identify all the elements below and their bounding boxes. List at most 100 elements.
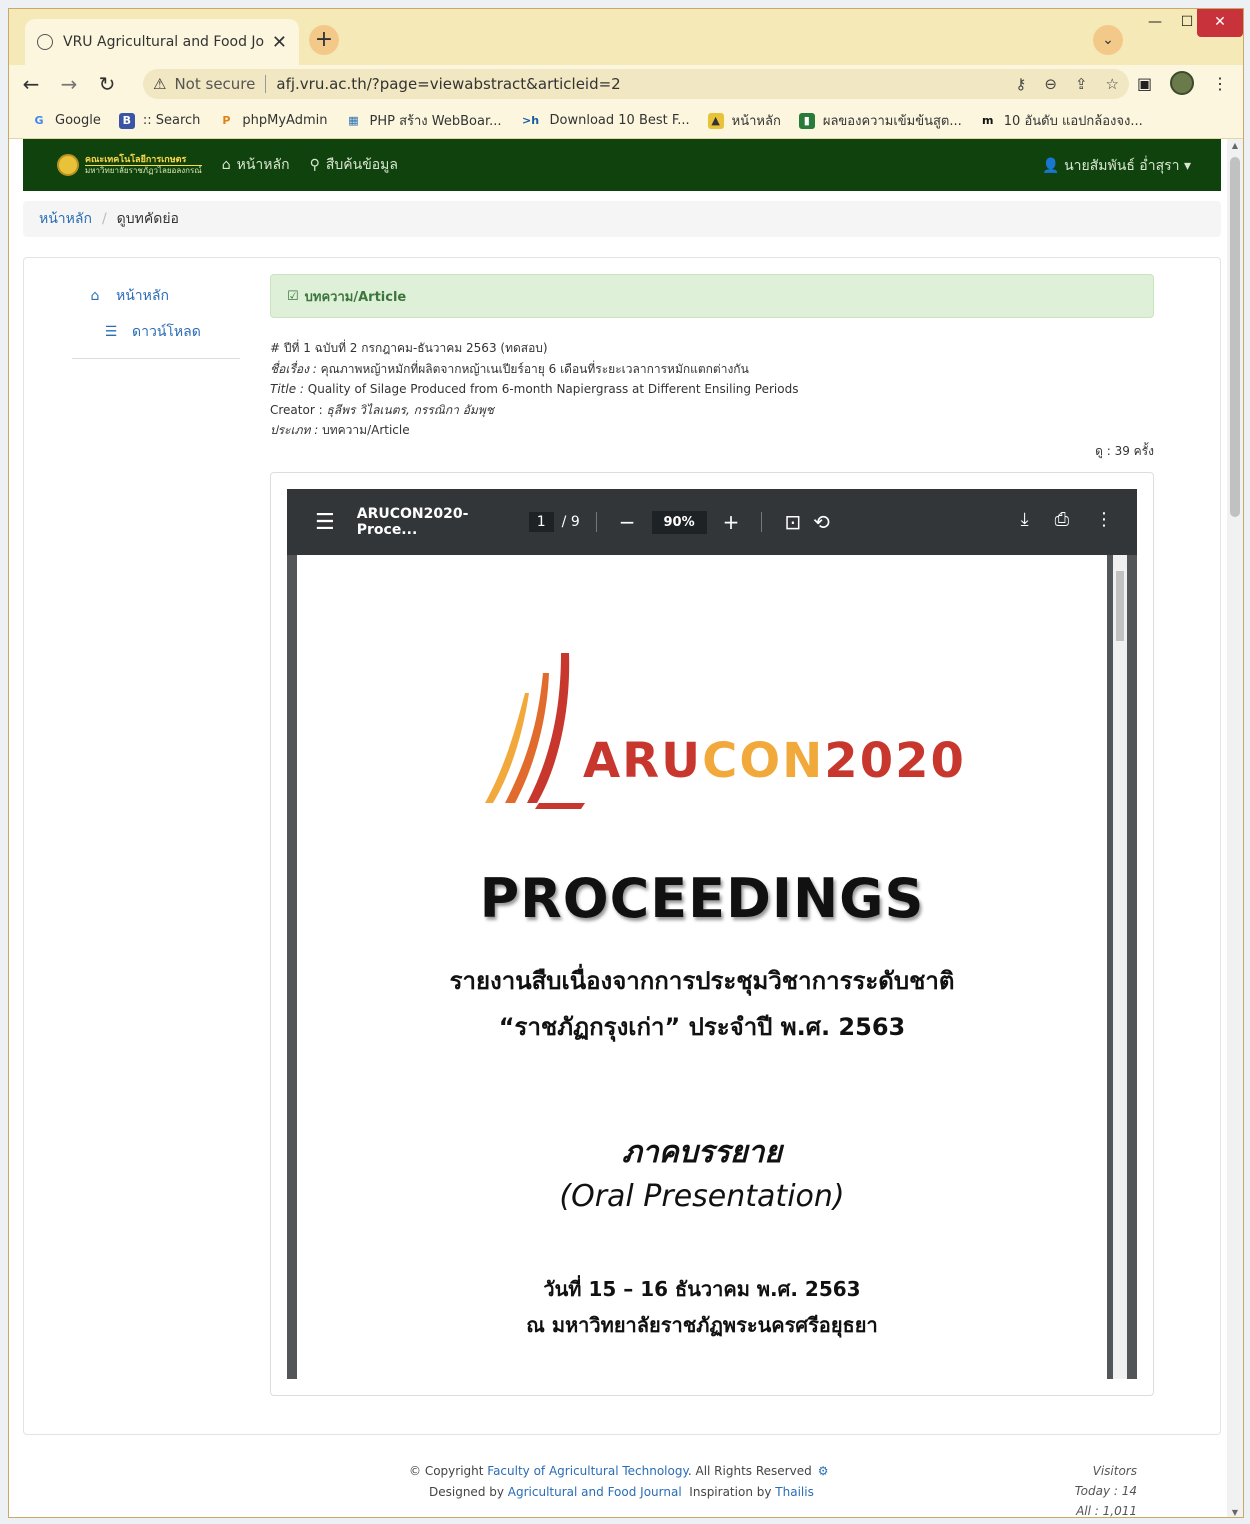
print-icon[interactable]: ⎙ bbox=[1055, 509, 1069, 530]
view-count: ดู : 39 ครั้ง bbox=[1095, 444, 1154, 458]
scroll-down-icon[interactable]: ▼ bbox=[1227, 1508, 1243, 1517]
sidebar-item-home[interactable]: ⌂ หน้าหลัก bbox=[72, 278, 240, 314]
zoom-level[interactable]: 90% bbox=[651, 510, 707, 534]
doc-date: วันที่ 15 – 16 ธันวาคม พ.ศ. 2563 bbox=[543, 1277, 861, 1301]
google-icon: G bbox=[34, 113, 44, 127]
journal-link[interactable]: Agricultural and Food Journal bbox=[508, 1485, 682, 1499]
seal-icon bbox=[57, 154, 79, 176]
zoom-icon[interactable]: ⊖ bbox=[1044, 75, 1057, 93]
bookmark-item[interactable]: ▦ PHP สร้าง WebBoar... bbox=[346, 110, 501, 131]
list-icon: ☰ bbox=[104, 324, 118, 340]
avatar[interactable] bbox=[1170, 71, 1195, 95]
minimize-button[interactable]: — bbox=[1137, 9, 1173, 37]
title-bar: VRU Agricultural and Food Journ ✕ + ⌄ — … bbox=[9, 9, 1243, 65]
nav-home[interactable]: ⌂ หน้าหลัก bbox=[222, 154, 290, 176]
doc-subtitle-1: รายงานสืบเนื่องจากการประชุมวิชาการระดับช… bbox=[449, 967, 955, 995]
not-secure-label: Not secure bbox=[174, 75, 256, 93]
phpmyadmin-icon: P bbox=[222, 113, 231, 127]
faculty-link[interactable]: Faculty of Agricultural Technology bbox=[487, 1464, 688, 1478]
forward-icon[interactable]: → bbox=[53, 72, 85, 96]
bookmark-item[interactable]: ▮ ผลของความเข้มข้นสูต... bbox=[798, 110, 962, 131]
user-menu[interactable]: 👤 นายสัมพันธ์ อ่ำสุรา ▾ bbox=[1042, 155, 1191, 177]
breadcrumb-current: ดูบทคัดย่อ bbox=[116, 211, 179, 227]
bookmark-star-icon[interactable]: ☆ bbox=[1106, 75, 1119, 93]
download-icon[interactable]: ⤓ bbox=[1021, 509, 1029, 530]
nav-search[interactable]: ⚲ สืบค้นข้อมูล bbox=[310, 154, 398, 176]
more-options-icon[interactable]: ⋮ bbox=[1095, 509, 1113, 530]
home-icon: ⌂ bbox=[221, 157, 231, 173]
url-text[interactable]: afj.vru.ac.th/?page=viewabstract&article… bbox=[276, 75, 997, 93]
tab-title: VRU Agricultural and Food Journ bbox=[63, 34, 264, 50]
home-icon: ⌂ bbox=[90, 288, 100, 304]
menu-icon[interactable]: ☰ bbox=[315, 510, 335, 535]
medium-icon: m bbox=[982, 113, 994, 127]
pdf-scrollbar[interactable] bbox=[1113, 555, 1127, 1379]
close-tab-icon[interactable]: ✕ bbox=[272, 32, 287, 53]
article-meta: # ปีที่ 1 ฉบับที่ 2 กรกฎาคม-ธันวาคม 2563… bbox=[270, 338, 1154, 441]
doc-place: ณ มหาวิทยาลัยราชภัฏพระนครศรีอยุธยา bbox=[526, 1313, 878, 1337]
warning-icon: ⚠ bbox=[153, 75, 167, 93]
bookmark-item[interactable]: >h Download 10 Best F... bbox=[520, 113, 690, 129]
rotate-icon[interactable]: ⟲ bbox=[813, 510, 830, 534]
sidebar-item-download[interactable]: ☰ ดาวน์โหลด bbox=[72, 314, 240, 350]
visitor-counter: Visitors Today : 14 All : 1,011 bbox=[1074, 1464, 1137, 1518]
scroll-thumb[interactable] bbox=[1230, 157, 1240, 517]
breadcrumb-home[interactable]: หน้าหลัก bbox=[39, 208, 92, 230]
browser-tab[interactable]: VRU Agricultural and Food Journ ✕ bbox=[25, 19, 299, 65]
pdf-page: ARUCON2020 PROCEEDINGS รายงานสืบเนื่องจา… bbox=[297, 555, 1107, 1379]
reload-icon[interactable]: ↻ bbox=[91, 72, 123, 96]
page-total: / 9 bbox=[561, 514, 580, 530]
title-th: คุณภาพหญ้าหมักที่ผลิตจากหญ้าเนเปียร์อายุ… bbox=[320, 361, 749, 376]
more-menu-icon[interactable]: ⋮ bbox=[1212, 74, 1228, 93]
key-icon[interactable]: ⚷ bbox=[1015, 75, 1026, 93]
webboard-icon: ▦ bbox=[348, 113, 359, 127]
gear-icon[interactable]: ⚙ bbox=[818, 1464, 829, 1478]
title-en: Quality of Silage Produced from 6-month … bbox=[307, 382, 799, 396]
user-icon: 👤 bbox=[1042, 158, 1060, 174]
article-section-header: ☑ บทความ/Article bbox=[270, 274, 1154, 318]
browser-toolbar: ← → ↻ ⚠ Not secure afj.vru.ac.th/?page=v… bbox=[9, 65, 1243, 103]
zoom-out-icon[interactable]: − bbox=[619, 510, 636, 534]
bookmarks-bar: G Google B:: Search PphpMyAdmin ▦ PHP สร้า… bbox=[9, 103, 1243, 139]
pdf-container: ☰ ARUCON2020-Proce... 1 / 9 − 90% + ⊡ ⟲ … bbox=[270, 472, 1154, 1396]
doc-subtitle-2: “ราชภัฏกรุงเก่า” ประจำปี พ.ศ. 2563 bbox=[498, 1013, 906, 1041]
aru-logo-text: ARUCON2020 bbox=[583, 733, 966, 789]
issue-line: # ปีที่ 1 ฉบับที่ 2 กรกฎาคม-ธันวาคม 2563… bbox=[270, 341, 548, 355]
page-viewport: คณะเทคโนโลยีการเกษตร มหาวิทยาลัยราชภัฏวไ… bbox=[9, 139, 1229, 1518]
search-icon: ⚲ bbox=[309, 157, 320, 173]
doc-title: PROCEEDINGS bbox=[479, 867, 925, 930]
pdf-filename: ARUCON2020-Proce... bbox=[356, 506, 469, 538]
doc-type-en: (Oral Presentation) bbox=[559, 1179, 845, 1214]
page-number-input[interactable]: 1 bbox=[528, 512, 554, 532]
doc-type-th: ภาคบรรยาย bbox=[622, 1135, 782, 1170]
scroll-up-icon[interactable]: ▲ bbox=[1227, 141, 1243, 150]
side-panel-icon[interactable]: ▣ bbox=[1137, 74, 1152, 93]
article-type: บทความ/Article bbox=[322, 423, 410, 437]
back-icon[interactable]: ← bbox=[15, 72, 47, 96]
pdf-viewer[interactable]: ☰ ARUCON2020-Proce... 1 / 9 − 90% + ⊡ ⟲ … bbox=[287, 489, 1137, 1379]
download-site-icon: >h bbox=[521, 113, 540, 127]
bookmark-icon: B bbox=[118, 112, 135, 129]
content-panel: ⌂ หน้าหลัก ☰ ดาวน์โหลด ☑ บทความ/Article # … bbox=[23, 257, 1221, 1435]
address-bar[interactable]: ⚠ Not secure afj.vru.ac.th/?page=viewabs… bbox=[143, 69, 1129, 99]
bookmark-item[interactable]: PphpMyAdmin bbox=[218, 113, 327, 129]
zoom-in-icon[interactable]: + bbox=[723, 510, 740, 534]
bookmark-item[interactable]: B:: Search bbox=[118, 112, 200, 129]
close-window-button[interactable]: ✕ bbox=[1197, 9, 1243, 37]
side-menu: ⌂ หน้าหลัก ☰ ดาวน์โหลด bbox=[72, 278, 240, 359]
share-icon[interactable]: ⇪ bbox=[1075, 75, 1088, 93]
globe-icon bbox=[37, 34, 53, 50]
bookmark-item[interactable]: G Google bbox=[31, 113, 100, 129]
bookmark-item[interactable]: ▲ หน้าหลัก bbox=[707, 110, 781, 131]
fit-page-icon[interactable]: ⊡ bbox=[784, 510, 801, 534]
creator: ธุลีพร วิไลเนตร, กรรณิกา อัมพุช bbox=[326, 402, 494, 417]
research-icon: ▮ bbox=[798, 112, 815, 129]
page-scrollbar[interactable]: ▲ ▼ bbox=[1227, 139, 1243, 1517]
browser-window: VRU Agricultural and Food Journ ✕ + ⌄ — … bbox=[8, 8, 1244, 1518]
bookmark-item[interactable]: m 10 อันดับ แอปกล้องจง... bbox=[980, 110, 1143, 131]
page-footer: © Copyright Faculty of Agricultural Tech… bbox=[9, 1449, 1229, 1518]
tab-search-button[interactable]: ⌄ bbox=[1093, 25, 1123, 55]
new-tab-button[interactable]: + bbox=[309, 25, 339, 55]
site-logo[interactable]: คณะเทคโนโลยีการเกษตร มหาวิทยาลัยราชภัฏวไ… bbox=[57, 154, 202, 176]
thailis-link[interactable]: Thailis bbox=[775, 1485, 814, 1499]
